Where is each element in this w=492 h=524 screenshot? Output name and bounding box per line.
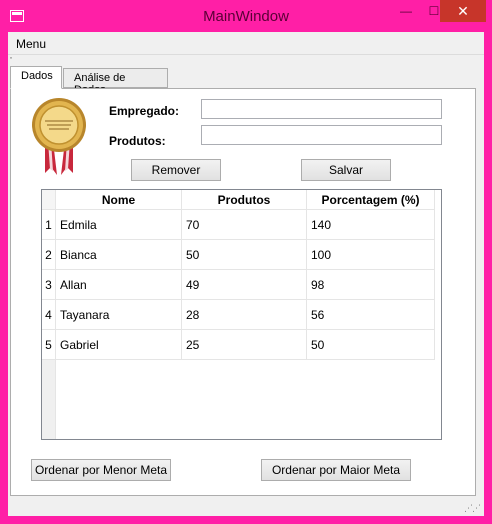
table-row[interactable]: 1 Edmila 70 140 <box>42 210 435 240</box>
main-window: MainWindow — ☐ ✕ Menu Dados Análise de D… <box>0 0 492 524</box>
cell-nome[interactable]: Gabriel <box>56 330 182 360</box>
column-header-nome[interactable]: Nome <box>56 190 182 210</box>
tab-panel-dados: Empregado: Produtos: Remover Salvar Nome… <box>10 88 476 496</box>
close-button[interactable]: ✕ <box>440 0 486 22</box>
employee-table[interactable]: Nome Produtos Porcentagem (%) 1 Edmila 7… <box>41 189 442 440</box>
save-button[interactable]: Salvar <box>301 159 391 181</box>
minimize-button[interactable]: — <box>392 0 420 22</box>
column-header-produtos[interactable]: Produtos <box>182 190 307 210</box>
cell-porcentagem[interactable]: 50 <box>307 330 435 360</box>
table-row[interactable]: 5 Gabriel 25 50 <box>42 330 435 360</box>
remove-button[interactable]: Remover <box>131 159 221 181</box>
column-header-porcentagem[interactable]: Porcentagem (%) <box>307 190 435 210</box>
row-header[interactable]: 2 <box>42 240 56 270</box>
sort-by-higher-goal-button[interactable]: Ordenar por Maior Meta <box>261 459 411 481</box>
table-row[interactable]: 3 Allan 49 98 <box>42 270 435 300</box>
client-area: Menu Dados Análise de Dados Empregado: P… <box>8 32 484 516</box>
sort-by-lower-goal-button[interactable]: Ordenar por Menor Meta <box>31 459 171 481</box>
row-header[interactable]: 5 <box>42 330 56 360</box>
toolbar-separator <box>8 50 484 64</box>
tab-dados[interactable]: Dados <box>10 66 62 89</box>
table-row[interactable]: 2 Bianca 50 100 <box>42 240 435 270</box>
cell-produtos[interactable]: 50 <box>182 240 307 270</box>
cell-produtos[interactable]: 49 <box>182 270 307 300</box>
cell-produtos[interactable]: 25 <box>182 330 307 360</box>
resize-grip-icon[interactable]: ⋰⋰ <box>464 503 481 514</box>
title-bar[interactable]: MainWindow — ☐ ✕ <box>0 0 492 32</box>
table-corner-button[interactable] <box>42 190 56 210</box>
employee-input[interactable] <box>201 99 442 119</box>
cell-porcentagem[interactable]: 100 <box>307 240 435 270</box>
menu-bar: Menu <box>8 32 484 54</box>
products-label: Produtos: <box>109 134 166 148</box>
cell-produtos[interactable]: 28 <box>182 300 307 330</box>
cell-porcentagem[interactable]: 56 <box>307 300 435 330</box>
cell-porcentagem[interactable]: 98 <box>307 270 435 300</box>
employee-label: Empregado: <box>109 104 180 118</box>
row-header[interactable]: 3 <box>42 270 56 300</box>
row-header[interactable]: 1 <box>42 210 56 240</box>
tab-analise-de-dados[interactable]: Análise de Dados <box>63 68 168 96</box>
cell-produtos[interactable]: 70 <box>182 210 307 240</box>
cell-porcentagem[interactable]: 140 <box>307 210 435 240</box>
row-header[interactable]: 4 <box>42 300 56 330</box>
medal-icon <box>32 98 86 175</box>
cell-nome[interactable]: Allan <box>56 270 182 300</box>
cell-nome[interactable]: Tayanara <box>56 300 182 330</box>
products-input[interactable] <box>201 125 442 145</box>
table-row[interactable]: 4 Tayanara 28 56 <box>42 300 435 330</box>
cell-nome[interactable]: Edmila <box>56 210 182 240</box>
menu-menu[interactable]: Menu <box>16 37 46 51</box>
cell-nome[interactable]: Bianca <box>56 240 182 270</box>
